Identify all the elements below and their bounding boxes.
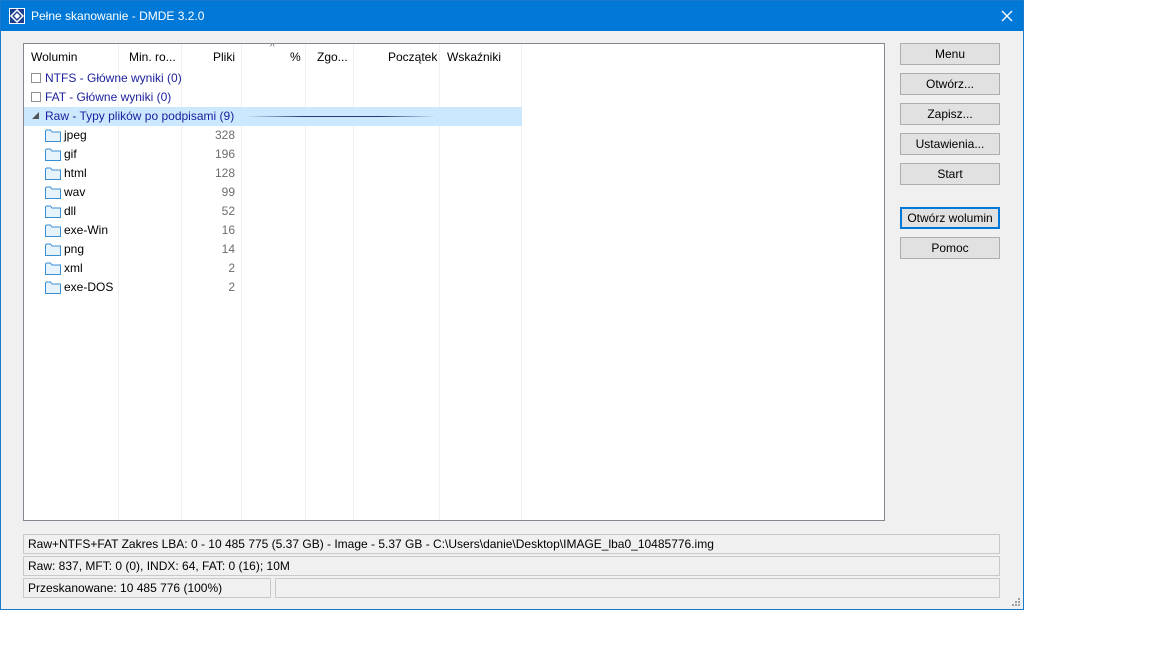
column-header-files[interactable]: Pliki	[213, 50, 235, 64]
status-extra	[275, 578, 1000, 598]
checkbox[interactable]	[31, 73, 41, 83]
title-bar[interactable]: Pełne skanowanie - DMDE 3.2.0	[1, 1, 1023, 31]
list-item[interactable]: exe-Win 16	[24, 221, 522, 240]
resize-grip-icon[interactable]	[1011, 597, 1021, 607]
folder-icon	[45, 205, 61, 218]
folder-icon	[45, 243, 61, 256]
dmde-app-icon	[9, 8, 25, 24]
list-item[interactable]: dll 52	[24, 202, 522, 221]
list-item-label: FAT - Główne wyniki (0)	[45, 90, 172, 104]
file-count: 328	[214, 128, 235, 142]
help-button[interactable]: Pomoc	[900, 237, 1000, 259]
open-volume-button[interactable]: Otwórz wolumin	[900, 207, 1000, 229]
file-count: 128	[214, 166, 235, 180]
list-item-label: html	[64, 166, 87, 180]
folder-icon	[45, 281, 61, 294]
status-scanned: Przeskanowane: 10 485 776 (100%)	[23, 578, 271, 598]
folder-icon	[45, 129, 61, 142]
list-item[interactable]: wav 99	[24, 183, 522, 202]
list-item[interactable]: jpeg 328	[24, 126, 522, 145]
folder-icon	[45, 224, 61, 237]
list-item[interactable]: xml 2	[24, 259, 522, 278]
list-item[interactable]: gif 196	[24, 145, 522, 164]
list-item[interactable]: exe-DOS 2	[24, 278, 522, 297]
list-item-label: exe-Win	[64, 223, 109, 237]
settings-button[interactable]: Ustawienia...	[900, 133, 1000, 155]
file-count: 196	[214, 147, 235, 161]
file-count: 52	[221, 204, 235, 218]
column-header-start[interactable]: Początek	[388, 50, 437, 64]
list-item-label: wav	[64, 185, 86, 199]
list-item-label: jpeg	[64, 128, 87, 142]
file-count: 2	[228, 280, 235, 294]
open-button[interactable]: Otwórz...	[900, 73, 1000, 95]
checkbox[interactable]	[31, 92, 41, 102]
window-title: Pełne skanowanie - DMDE 3.2.0	[31, 9, 205, 23]
close-icon	[1001, 10, 1013, 22]
folder-icon	[45, 148, 61, 161]
start-button[interactable]: Start	[900, 163, 1000, 185]
list-item-raw[interactable]: Raw - Typy plików po podpisami (9)	[24, 107, 522, 126]
column-header-percent[interactable]: %	[290, 50, 301, 64]
folder-icon	[45, 167, 61, 180]
results-list[interactable]: Wolumin Min. ro... Pliki ^ % Zgo... Pocz…	[23, 43, 885, 521]
list-item-label: png	[64, 242, 85, 256]
column-header-indicators[interactable]: Wskaźniki	[447, 50, 501, 64]
status-range: Raw+NTFS+FAT Zakres LBA: 0 - 10 485 775 …	[23, 534, 1000, 554]
status-counts: Raw: 837, MFT: 0 (0), INDX: 64, FAT: 0 (…	[23, 556, 1000, 576]
list-item-label: exe-DOS	[64, 280, 114, 294]
list-item-label: Raw - Typy plików po podpisami (9)	[45, 109, 235, 123]
file-count: 14	[221, 242, 235, 256]
menu-button[interactable]: Menu	[900, 43, 1000, 65]
column-header-match[interactable]: Zgo...	[317, 50, 348, 64]
list-item-fat[interactable]: FAT - Główne wyniki (0)	[24, 88, 522, 107]
list-item-label: gif	[64, 147, 77, 161]
main-window: Pełne skanowanie - DMDE 3.2.0 Wolumin Mi…	[0, 0, 1024, 610]
list-item-ntfs[interactable]: NTFS - Główne wyniki (0)	[24, 69, 522, 88]
column-header-volume[interactable]: Wolumin	[31, 50, 77, 64]
expand-arrow-icon[interactable]	[32, 112, 39, 119]
folder-icon	[45, 262, 61, 275]
list-item-label: xml	[64, 261, 83, 275]
file-count: 99	[221, 185, 235, 199]
file-count: 2	[228, 261, 235, 275]
file-count: 16	[221, 223, 235, 237]
list-item-label: dll	[64, 204, 77, 218]
sort-ascending-icon: ^	[270, 43, 275, 53]
progress-indicator	[246, 116, 436, 117]
save-button[interactable]: Zapisz...	[900, 103, 1000, 125]
list-item[interactable]: html 128	[24, 164, 522, 183]
column-header-min[interactable]: Min. ro...	[129, 50, 176, 64]
close-button[interactable]	[991, 1, 1023, 31]
list-item[interactable]: png 14	[24, 240, 522, 259]
list-item-label: NTFS - Główne wyniki (0)	[45, 71, 182, 85]
folder-icon	[45, 186, 61, 199]
